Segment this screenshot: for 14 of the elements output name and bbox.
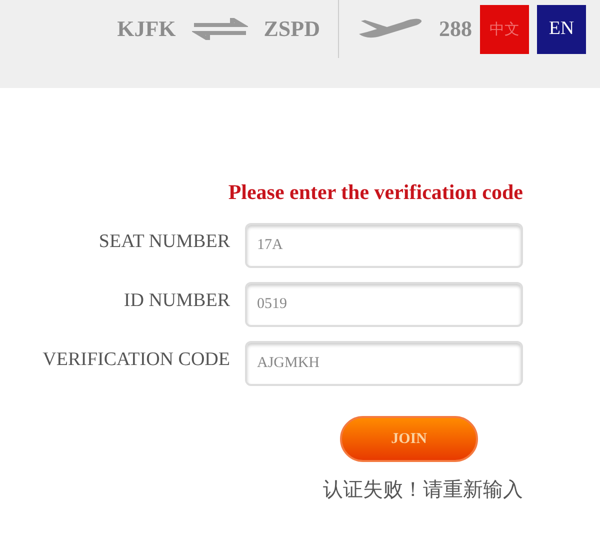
language-button[interactable]: EN	[537, 4, 586, 54]
input-field[interactable]: 0519	[245, 282, 523, 327]
origin-code: KJFK	[117, 16, 176, 42]
form-title: Please enter the verification code	[227, 180, 523, 205]
swap-arrows-icon	[192, 18, 248, 40]
error-message: 认证失败！请重新输入	[322, 476, 523, 503]
input-field[interactable]: 17A	[245, 223, 523, 268]
input-field[interactable]: AJGMKH	[245, 341, 523, 386]
destination-code: ZSPD	[264, 16, 320, 42]
field-label: ID NUMBER	[124, 290, 230, 312]
field-label: SEAT NUMBER	[98, 230, 230, 252]
join-button[interactable]: JOIN	[340, 416, 478, 462]
field-label: VERIFICATION CODE	[42, 348, 230, 370]
flight-number: 288	[439, 16, 472, 42]
